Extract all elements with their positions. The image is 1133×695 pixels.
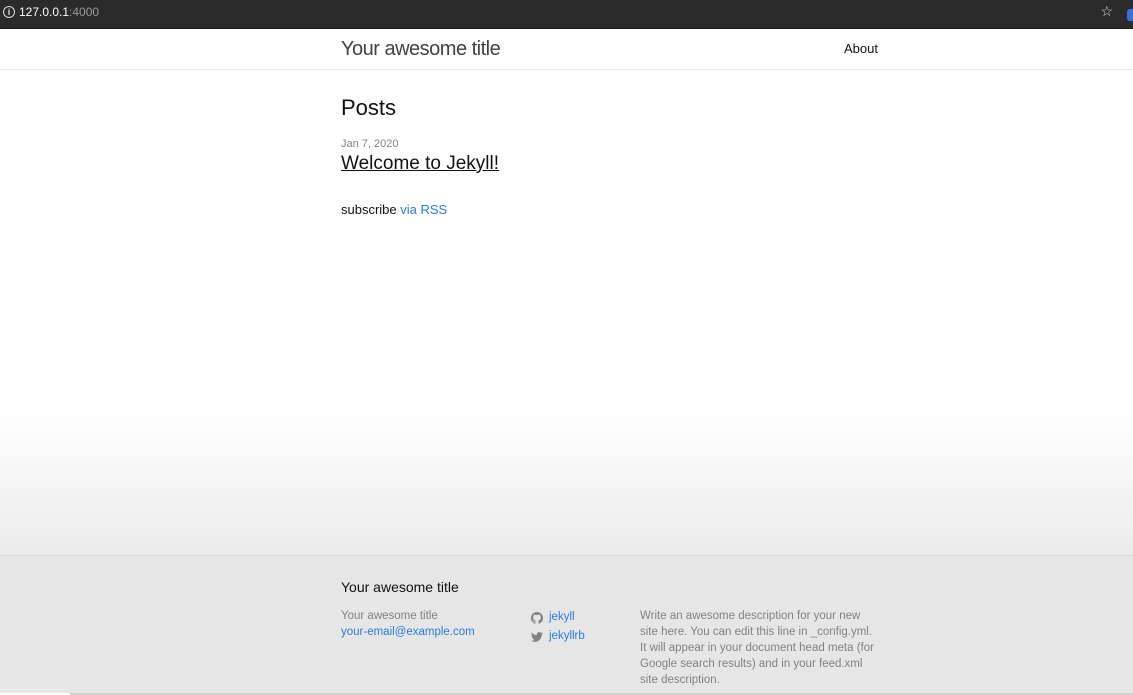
address-bar[interactable]: 127.0.0.1:4000 — [19, 5, 99, 19]
social-item-github[interactable]: jekyll — [531, 608, 585, 627]
nav-about-link[interactable]: About — [844, 41, 878, 56]
post-date: Jan 7, 2020 — [341, 138, 399, 150]
social-item-twitter[interactable]: jekyllrb — [531, 627, 585, 646]
main-content: Posts Jan 7, 2020 Welcome to Jekyll! sub… — [341, 90, 881, 230]
site-footer: Your awesome title Your awesome title yo… — [0, 555, 1133, 695]
extension-icon[interactable] — [1127, 9, 1133, 21]
rss-prefix: subscribe — [341, 202, 401, 217]
url-host: 127.0.0.1 — [19, 5, 70, 19]
footer-email-link[interactable]: your-email@example.com — [341, 624, 475, 640]
site-header: Your awesome title About — [0, 29, 1133, 70]
post-title-link[interactable]: Welcome to Jekyll! — [341, 153, 499, 175]
fade-band — [0, 410, 1133, 556]
browser-toolbar: i 127.0.0.1:4000 ☆ — [0, 0, 1133, 29]
site-title[interactable]: Your awesome title — [341, 38, 501, 61]
footer-contact: Your awesome title your-email@example.co… — [341, 608, 475, 640]
info-icon[interactable]: i — [3, 6, 15, 18]
twitter-icon — [531, 631, 543, 642]
url-port: :4000 — [69, 5, 100, 19]
rss-subscribe: subscribe via RSS — [341, 202, 881, 217]
rss-link[interactable]: via RSS — [400, 202, 447, 217]
page-heading: Posts — [341, 95, 397, 120]
social-label[interactable]: jekyllrb — [549, 627, 585, 646]
footer-heading: Your awesome title — [341, 579, 459, 595]
footer-social: jekyll jekyllrb — [531, 608, 585, 646]
social-label[interactable]: jekyll — [549, 608, 575, 627]
site-description: Write an awesome description for your ne… — [640, 610, 874, 686]
star-icon[interactable]: ☆ — [1100, 3, 1113, 20]
footer-site-name: Your awesome title — [341, 610, 438, 622]
github-icon — [531, 611, 543, 624]
